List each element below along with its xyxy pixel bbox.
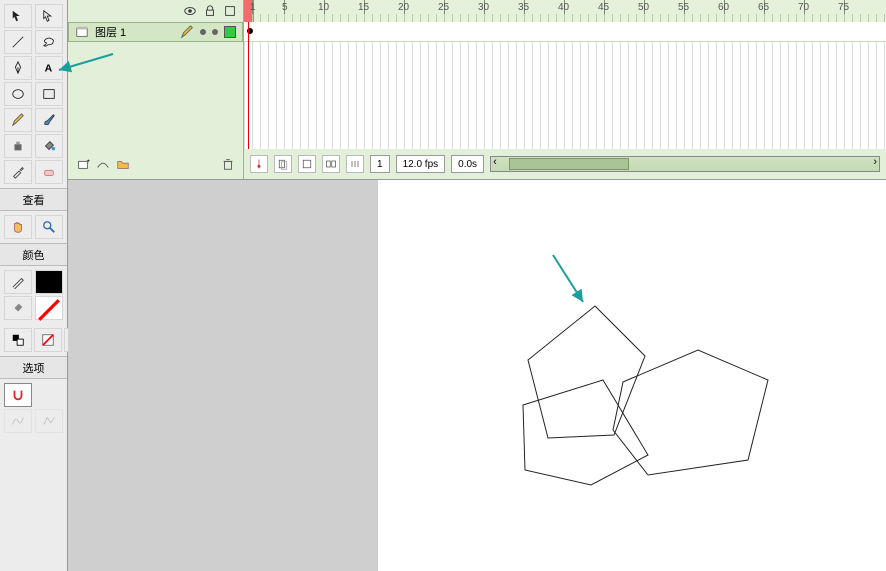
frames-status-bar: 1 12.0 fps 0.0s [244,155,886,173]
ruler-number: 50 [638,2,649,13]
straighten-option[interactable] [35,409,63,433]
timeline-panel: 151015202530354045505560657075 图层 1 [68,0,886,180]
layer-color-swatch[interactable] [224,26,236,38]
layer-name: 图层 1 [95,24,126,40]
stroke-color[interactable] [4,270,32,294]
trash-icon[interactable] [221,157,235,171]
edit-multiple-icon[interactable] [322,155,340,173]
fill-color[interactable] [4,296,32,320]
annotation-arrow-shape [553,255,583,302]
stroke-swatch[interactable] [35,270,63,294]
ruler-number: 25 [438,2,449,13]
pencil-tool[interactable] [4,108,32,132]
onion-outline-icon[interactable] [298,155,316,173]
bw-default-icon[interactable] [4,328,32,352]
layer-icon [75,25,89,39]
ruler-number: 70 [798,2,809,13]
paintbucket-tool[interactable] [35,134,63,158]
outline-icon[interactable] [223,4,237,18]
ruler-number: 60 [718,2,729,13]
options-section-label: 选项 [0,356,67,379]
line-tool[interactable] [4,30,32,54]
timeline-scrollbar[interactable] [490,156,880,172]
inkbottle-tool[interactable] [4,134,32,158]
eyedropper-tool[interactable] [4,160,32,184]
elapsed-field: 0.0s [451,155,484,173]
color-section-label: 颜色 [0,243,67,266]
svg-text:+: + [87,158,91,165]
pentagon-top [528,306,645,438]
selection-tool[interactable] [4,4,32,28]
onion-skin-icon[interactable] [274,155,292,173]
ruler-number: 5 [282,2,288,13]
layer-header [68,0,244,22]
ruler-number: 10 [318,2,329,13]
ruler-number: 1 [250,2,256,13]
add-guide-icon[interactable] [96,157,110,171]
new-layer-icon[interactable]: + [76,157,90,171]
smooth-option[interactable] [4,409,32,433]
canvas-drawing [378,180,878,570]
current-frame-field[interactable]: 1 [370,155,390,173]
oval-tool[interactable] [4,82,32,106]
scrollbar-thumb[interactable] [509,158,629,170]
stage-area [68,180,886,571]
timeline-ruler[interactable]: 151015202530354045505560657075 [244,0,886,22]
new-folder-icon[interactable] [116,157,130,171]
no-color-icon[interactable] [34,328,62,352]
ruler-number: 45 [598,2,609,13]
ruler-number: 40 [558,2,569,13]
view-section-label: 查看 [0,188,67,211]
hexagon-right [613,350,768,475]
ruler-number: 35 [518,2,529,13]
lock-dot[interactable] [212,29,218,35]
ruler-number: 75 [838,2,849,13]
playhead-line [248,22,249,149]
goto-first-icon[interactable] [250,155,268,173]
ruler-number: 55 [678,2,689,13]
brush-tool[interactable] [35,108,63,132]
ruler-number: 15 [358,2,369,13]
frames-area[interactable] [244,22,886,149]
fill-swatch[interactable] [35,296,63,320]
pen-tool[interactable] [4,56,32,80]
zoom-tool[interactable] [35,215,63,239]
frame-row[interactable] [244,22,886,42]
ruler-number: 65 [758,2,769,13]
fps-field[interactable]: 12.0 fps [396,155,446,173]
onion-markers-icon[interactable] [346,155,364,173]
subselection-tool[interactable] [35,4,63,28]
lasso-tool[interactable] [35,30,63,54]
visibility-icon[interactable] [183,4,197,18]
ruler-number: 20 [398,2,409,13]
ruler-number: 30 [478,2,489,13]
lock-icon[interactable] [203,4,217,18]
vis-dot[interactable] [200,29,206,35]
hand-tool[interactable] [4,215,32,239]
eraser-tool[interactable] [35,160,63,184]
canvas[interactable] [378,180,886,571]
snap-option[interactable] [4,383,32,407]
layer-row[interactable]: 图层 1 [68,22,243,42]
pencil-active-icon [180,25,194,39]
annotation-arrow-pen [55,52,115,92]
svg-text:A: A [44,63,52,75]
